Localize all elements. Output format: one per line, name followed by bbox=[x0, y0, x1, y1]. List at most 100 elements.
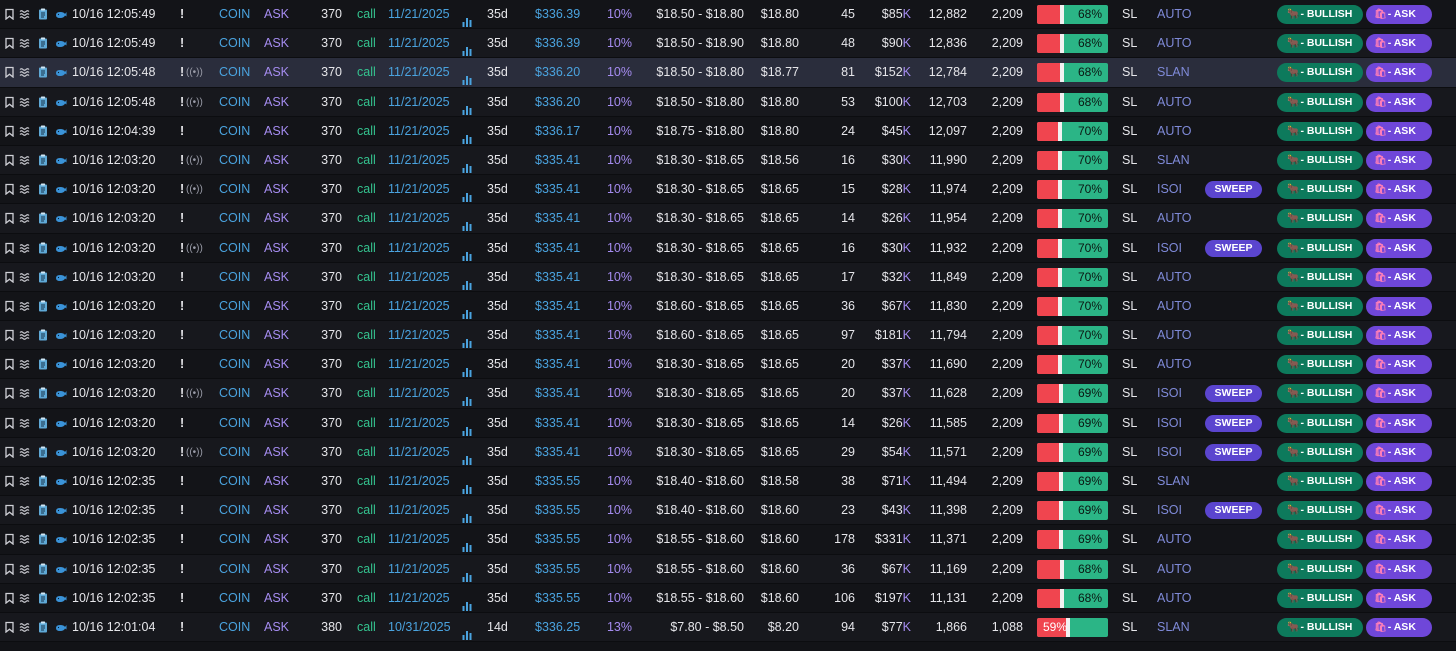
bullish-badge[interactable]: 🐂- BULLISH bbox=[1277, 559, 1363, 579]
expiry-date[interactable]: 11/21/2025 bbox=[388, 350, 450, 379]
ticker-symbol[interactable]: COIN bbox=[219, 29, 250, 58]
bars-chart-icon[interactable] bbox=[462, 622, 472, 651]
flow-row[interactable]: 10/16 12:03:20 ! COIN ASK 370 call 11/21… bbox=[0, 408, 1456, 438]
bullish-badge[interactable]: 🐂- BULLISH bbox=[1277, 530, 1363, 550]
waves-icon[interactable] bbox=[19, 475, 31, 487]
waves-icon[interactable] bbox=[19, 212, 31, 224]
flow-row[interactable]: 10/16 12:05:48 ! ((•)) COIN ASK 370 call… bbox=[0, 87, 1456, 117]
ask-badge[interactable]: 🛍- ASK bbox=[1366, 472, 1432, 491]
clipboard-icon[interactable] bbox=[38, 242, 48, 254]
bookmark-icon[interactable] bbox=[4, 417, 15, 429]
ask-badge[interactable]: 🛍- ASK bbox=[1366, 559, 1432, 579]
ticker-symbol[interactable]: COIN bbox=[219, 379, 250, 408]
ask-badge[interactable]: 🛍- ASK bbox=[1366, 326, 1432, 346]
clipboard-icon[interactable] bbox=[38, 96, 48, 108]
waves-icon[interactable] bbox=[19, 533, 31, 545]
flow-row[interactable]: 10/16 12:03:20 ! ((•)) COIN ASK 370 call… bbox=[0, 175, 1456, 205]
flow-row[interactable]: 10/16 12:03:20 ! ((•)) COIN ASK 370 call… bbox=[0, 233, 1456, 263]
ticker-symbol[interactable]: COIN bbox=[219, 555, 250, 584]
ask-badge[interactable]: 🛍- ASK bbox=[1366, 617, 1432, 637]
flow-row[interactable]: 10/16 12:05:48 ! ((•)) COIN ASK 370 call… bbox=[0, 58, 1456, 88]
bullish-badge[interactable]: 🐂- BULLISH bbox=[1277, 617, 1363, 637]
clipboard-icon[interactable] bbox=[38, 37, 48, 49]
clipboard-icon[interactable] bbox=[38, 271, 48, 283]
flow-row[interactable]: 10/16 12:03:20 ! COIN ASK 370 call 11/21… bbox=[0, 204, 1456, 234]
sweep-badge[interactable]: SWEEP bbox=[1205, 385, 1262, 403]
waves-icon[interactable] bbox=[19, 183, 31, 195]
expiry-date[interactable]: 11/21/2025 bbox=[388, 29, 450, 58]
expiry-date[interactable]: 11/21/2025 bbox=[388, 58, 450, 87]
ask-badge[interactable]: 🛍- ASK bbox=[1366, 5, 1432, 24]
flow-row[interactable]: 10/16 12:03:20 ! COIN ASK 370 call 11/21… bbox=[0, 350, 1456, 380]
bookmark-icon[interactable] bbox=[4, 621, 15, 633]
expiry-date[interactable]: 11/21/2025 bbox=[388, 467, 450, 496]
clipboard-icon[interactable] bbox=[38, 475, 48, 487]
expiry-date[interactable]: 11/21/2025 bbox=[388, 292, 450, 321]
ask-badge[interactable]: 🛍- ASK bbox=[1366, 384, 1432, 404]
expiry-date[interactable]: 11/21/2025 bbox=[388, 525, 450, 554]
clipboard-icon[interactable] bbox=[38, 154, 48, 166]
ticker-symbol[interactable]: COIN bbox=[219, 58, 250, 87]
clipboard-icon[interactable] bbox=[38, 563, 48, 575]
expiry-date[interactable]: 11/21/2025 bbox=[388, 234, 450, 263]
waves-icon[interactable] bbox=[19, 242, 31, 254]
clipboard-icon[interactable] bbox=[38, 300, 48, 312]
ticker-symbol[interactable]: COIN bbox=[219, 117, 250, 146]
bullish-badge[interactable]: 🐂- BULLISH bbox=[1277, 150, 1363, 170]
waves-icon[interactable] bbox=[19, 592, 31, 604]
ticker-symbol[interactable]: COIN bbox=[219, 350, 250, 379]
sweep-badge[interactable]: SWEEP bbox=[1205, 239, 1262, 257]
flow-row[interactable]: 10/16 12:02:35 ! COIN ASK 370 call 11/21… bbox=[0, 583, 1456, 613]
sweep-badge[interactable]: SWEEP bbox=[1205, 181, 1262, 199]
flow-row[interactable]: 10/16 12:03:20 ! ((•)) COIN ASK 370 call… bbox=[0, 437, 1456, 467]
bullish-badge[interactable]: 🐂- BULLISH bbox=[1277, 238, 1363, 258]
ask-badge[interactable]: 🛍- ASK bbox=[1366, 588, 1432, 608]
clipboard-icon[interactable] bbox=[38, 387, 48, 399]
waves-icon[interactable] bbox=[19, 125, 31, 137]
bookmark-icon[interactable] bbox=[4, 183, 15, 196]
bookmark-icon[interactable] bbox=[4, 563, 15, 575]
ask-badge[interactable]: 🛍- ASK bbox=[1366, 121, 1432, 141]
flow-row[interactable]: 10/16 12:05:49 ! COIN ASK 370 call 11/21… bbox=[0, 29, 1456, 59]
clipboard-icon[interactable] bbox=[38, 446, 48, 458]
ticker-symbol[interactable]: COIN bbox=[219, 525, 250, 554]
ticker-symbol[interactable]: COIN bbox=[219, 496, 250, 525]
bookmark-icon[interactable] bbox=[4, 37, 15, 50]
flow-row[interactable]: 10/16 12:03:20 ! ((•)) COIN ASK 370 call… bbox=[0, 145, 1456, 176]
ask-badge[interactable]: 🛍- ASK bbox=[1366, 34, 1432, 54]
bookmark-icon[interactable] bbox=[4, 96, 15, 108]
expiry-date[interactable]: 11/21/2025 bbox=[388, 409, 450, 438]
sweep-badge[interactable]: SWEEP bbox=[1205, 414, 1262, 432]
ticker-symbol[interactable]: COIN bbox=[219, 0, 250, 29]
bullish-badge[interactable]: 🐂- BULLISH bbox=[1277, 384, 1363, 404]
flow-row[interactable]: 10/16 12:02:35 ! COIN ASK 370 call 11/21… bbox=[0, 496, 1456, 526]
bookmark-icon[interactable] bbox=[4, 212, 15, 225]
ticker-symbol[interactable]: COIN bbox=[219, 613, 250, 642]
expiry-date[interactable]: 11/21/2025 bbox=[388, 88, 450, 117]
expiry-date[interactable]: 11/21/2025 bbox=[388, 584, 450, 613]
bookmark-icon[interactable] bbox=[4, 125, 15, 137]
ask-badge[interactable]: 🛍- ASK bbox=[1366, 63, 1432, 83]
ask-badge[interactable]: 🛍- ASK bbox=[1366, 296, 1432, 316]
waves-icon[interactable] bbox=[19, 37, 31, 49]
bullish-badge[interactable]: 🐂- BULLISH bbox=[1277, 413, 1363, 433]
expiry-date[interactable]: 11/21/2025 bbox=[388, 0, 450, 29]
bookmark-icon[interactable] bbox=[4, 271, 15, 283]
flow-row[interactable]: 10/16 12:03:20 ! ((•)) COIN ASK 370 call… bbox=[0, 379, 1456, 409]
expiry-date[interactable]: 10/31/2025 bbox=[388, 613, 451, 642]
flow-row[interactable]: 10/16 12:03:20 ! COIN ASK 370 call 11/21… bbox=[0, 262, 1456, 292]
flow-row[interactable]: 10/16 12:01:04 ! COIN ASK 380 call 10/31… bbox=[0, 612, 1456, 643]
clipboard-icon[interactable] bbox=[38, 125, 48, 137]
waves-icon[interactable] bbox=[19, 417, 31, 429]
ask-badge[interactable]: 🛍- ASK bbox=[1366, 92, 1432, 112]
waves-icon[interactable] bbox=[19, 300, 31, 312]
ask-badge[interactable]: 🛍- ASK bbox=[1366, 180, 1432, 200]
bullish-badge[interactable]: 🐂- BULLISH bbox=[1277, 63, 1363, 83]
ask-badge[interactable]: 🛍- ASK bbox=[1366, 267, 1432, 287]
flow-row[interactable]: 10/16 12:05:49 ! COIN ASK 370 call 11/21… bbox=[0, 0, 1456, 30]
bookmark-icon[interactable] bbox=[4, 8, 15, 20]
expiry-date[interactable]: 11/21/2025 bbox=[388, 321, 450, 350]
ask-badge[interactable]: 🛍- ASK bbox=[1366, 413, 1432, 433]
flow-row[interactable]: 10/16 12:02:35 ! COIN ASK 370 call 11/21… bbox=[0, 554, 1456, 584]
bookmark-icon[interactable] bbox=[4, 475, 15, 487]
